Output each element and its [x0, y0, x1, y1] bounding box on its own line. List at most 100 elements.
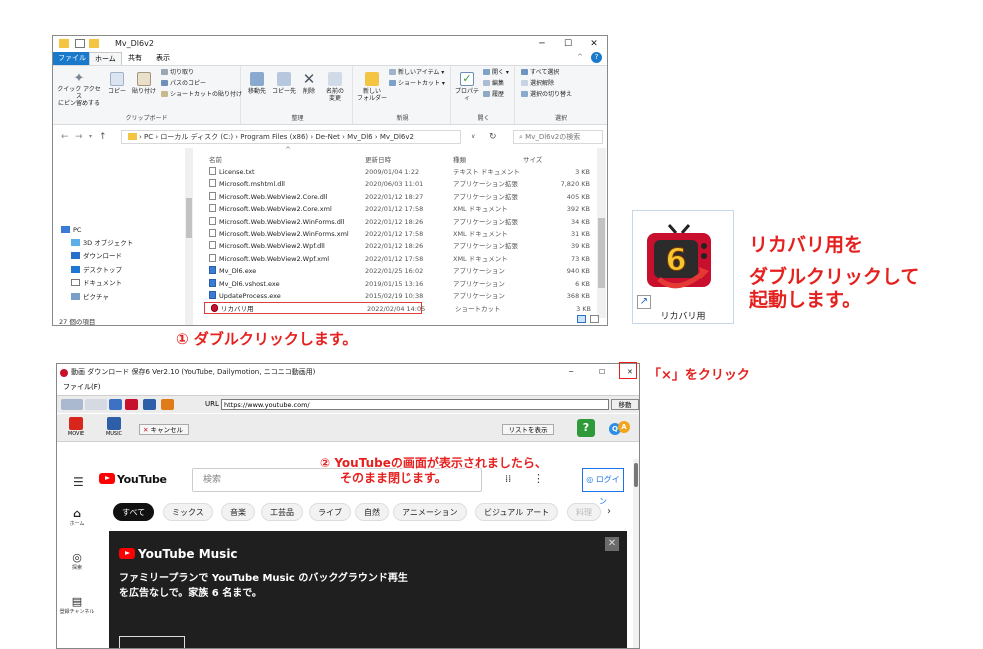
recent-chevron-icon[interactable]: ▾: [89, 131, 92, 143]
sidebar-item-2[interactable]: ▤ 登録チャンネル: [57, 595, 97, 615]
promo-button[interactable]: [119, 636, 185, 648]
nav-scrollbar[interactable]: [185, 148, 193, 325]
help-icon[interactable]: ?: [591, 52, 602, 63]
youtube-logo[interactable]: YouTube: [99, 473, 167, 486]
file-row[interactable]: Microsoft.Web.WebView2.Core.xml 2022/01/1…: [203, 203, 598, 215]
back-arrow-icon[interactable]: ←: [61, 131, 69, 143]
close-button[interactable]: ✕: [581, 36, 607, 52]
cancel-button[interactable]: ✕ キャンセル: [139, 424, 189, 435]
file-row[interactable]: Microsoft.Web.WebView2.WinForms.dll 2022/…: [203, 216, 598, 228]
minimize-button[interactable]: ─: [529, 36, 555, 52]
file-row[interactable]: Mv_Dl6.exe 2022/01/25 16:02 アプリケーション 940 KB: [203, 265, 598, 277]
file-row[interactable]: Microsoft.mshtml.dll 2020/06/03 11:01 アプリケ…: [203, 178, 598, 190]
nav-item-3d-objects[interactable]: 3D オブジェクト: [71, 239, 133, 248]
column-name[interactable]: 名前: [209, 154, 222, 164]
new-item-button[interactable]: 新しいアイテム ▾: [389, 69, 444, 77]
chip-7[interactable]: ビジュアル アート: [475, 503, 559, 521]
pin-quick-access-button[interactable]: ✦ クイック アクセス にピン留めする: [57, 72, 101, 108]
refresh-button[interactable]: [143, 399, 156, 410]
forward-button[interactable]: [85, 399, 107, 410]
help-button[interactable]: ?: [577, 419, 595, 437]
movie-button[interactable]: MOVIE: [65, 417, 87, 439]
details-view-icon[interactable]: [577, 315, 586, 323]
column-size[interactable]: サイズ: [523, 154, 542, 164]
qa-icon[interactable]: QA: [609, 421, 631, 435]
play-button[interactable]: [109, 399, 122, 410]
file-row-recovery-shortcut[interactable]: リカバリ用 2022/02/04 14:05 ショートカット 3 KB: [204, 302, 591, 315]
chip-1[interactable]: ミックス: [163, 503, 213, 521]
file-row[interactable]: License.txt 2009/01/04 1:22 テキスト ドキュメント 3 K…: [203, 166, 598, 178]
url-input[interactable]: https://www.youtube.com/: [221, 399, 609, 410]
file-row[interactable]: Microsoft.Web.WebView2.Core.dll 2022/01/1…: [203, 191, 598, 203]
chip-4[interactable]: ライブ: [309, 503, 351, 521]
edit-button[interactable]: 編集: [483, 80, 504, 88]
nav-item-pictures[interactable]: ピクチャ: [71, 293, 109, 302]
properties-button[interactable]: ✓ プロパティ: [453, 72, 481, 102]
tab-share[interactable]: 共有: [123, 52, 147, 65]
file-row[interactable]: Microsoft.Web.WebView2.Wpf.dll 2022/01/12…: [203, 240, 598, 252]
nav-scrollbar-thumb[interactable]: [186, 198, 192, 238]
search-input[interactable]: ⌕ Mv_Dl6v2の検索: [513, 130, 603, 144]
address-path[interactable]: › PC › ローカル ディスク (C:) › Program Files (x…: [121, 130, 461, 144]
login-button[interactable]: ◎ ログイン: [582, 468, 624, 506]
maximize-button[interactable]: ☐: [555, 36, 581, 52]
paste-shortcut-button[interactable]: ショートカットの貼り付け: [161, 91, 242, 99]
app-maximize-button[interactable]: ☐: [599, 364, 605, 381]
file-row[interactable]: Microsoft.Web.WebView2.Wpf.xml 2022/01/12…: [203, 253, 598, 265]
nav-item-documents[interactable]: ドキュメント: [71, 279, 122, 288]
tab-home[interactable]: ホーム: [89, 52, 122, 65]
invert-selection-button[interactable]: 選択の切り替え: [521, 91, 572, 99]
show-list-button[interactable]: リストを表示: [502, 424, 554, 435]
copy-button[interactable]: コピー: [105, 72, 129, 95]
back-button[interactable]: [61, 399, 83, 410]
new-shortcut-button[interactable]: ショートカット ▾: [389, 80, 445, 88]
music-button[interactable]: MUSIC: [103, 417, 125, 439]
app-minimize-button[interactable]: ─: [569, 364, 573, 381]
file-row[interactable]: Mv_Dl6.vshost.exe 2019/01/15 13:16 アプリケーショ…: [203, 278, 598, 290]
large-icons-view-icon[interactable]: [590, 315, 599, 323]
history-button[interactable]: 履歴: [483, 91, 504, 99]
chip-3[interactable]: 工芸品: [261, 503, 303, 521]
stop-button[interactable]: [125, 399, 138, 410]
sidebar-item-0[interactable]: ⌂ ホーム: [57, 507, 97, 527]
rename-button[interactable]: 名前の 変更: [321, 72, 349, 102]
open-button[interactable]: 開く ▾: [483, 69, 509, 77]
chevron-right-icon[interactable]: ›: [607, 506, 611, 517]
chip-2[interactable]: 音楽: [221, 503, 255, 521]
forward-arrow-icon[interactable]: →: [75, 131, 83, 143]
select-none-button[interactable]: 選択解除: [521, 80, 554, 88]
column-date[interactable]: 更新日時: [365, 154, 391, 164]
webview-scrollbar-thumb[interactable]: [634, 463, 638, 487]
sidebar-item-1[interactable]: ◎ 探索: [57, 551, 97, 571]
apps-grid-icon[interactable]: ⁞⁞: [505, 474, 511, 485]
nav-item-desktop[interactable]: デスクトップ: [71, 266, 122, 275]
refresh-icon[interactable]: ↻: [489, 131, 497, 143]
chip-5[interactable]: 自然: [355, 503, 389, 521]
column-type[interactable]: 種類: [453, 154, 466, 164]
nav-item-downloads[interactable]: ダウンロード: [71, 252, 122, 261]
file-row[interactable]: UpdateProcess.exe 2015/02/19 10:38 アプリケーショ…: [203, 290, 598, 302]
new-folder-button[interactable]: 新しい フォルダー: [357, 72, 387, 102]
up-arrow-icon[interactable]: ↑: [99, 131, 107, 143]
file-list-scrollbar-thumb[interactable]: [598, 218, 605, 288]
copy-to-button[interactable]: コピー先: [271, 72, 297, 95]
recovery-shortcut-icon[interactable]: 6 ↗ リカバリ用: [632, 210, 734, 324]
chip-6[interactable]: アニメーション: [393, 503, 467, 521]
webview-scrollbar[interactable]: [633, 459, 639, 648]
address-dropdown-icon[interactable]: ∨: [471, 131, 475, 143]
chip-0[interactable]: すべて: [113, 503, 155, 521]
collapse-ribbon-icon[interactable]: ^: [577, 53, 583, 61]
go-button[interactable]: 移動: [611, 399, 639, 410]
tab-view[interactable]: 表示: [151, 52, 175, 65]
copy-path-button[interactable]: パスのコピー: [161, 80, 206, 88]
move-to-button[interactable]: 移動先: [245, 72, 269, 95]
nav-item-pc[interactable]: PC: [61, 226, 81, 235]
menu-file[interactable]: ファイル(F): [63, 383, 101, 391]
promo-close-icon[interactable]: ✕: [605, 537, 619, 551]
select-all-button[interactable]: すべて選択: [521, 69, 559, 77]
chip-8[interactable]: 料理: [567, 503, 601, 521]
menu-icon[interactable]: ☰: [73, 475, 84, 489]
delete-button[interactable]: ✕ 削除: [299, 72, 319, 96]
checkbox-icon[interactable]: [75, 39, 85, 48]
home-button[interactable]: [161, 399, 174, 410]
